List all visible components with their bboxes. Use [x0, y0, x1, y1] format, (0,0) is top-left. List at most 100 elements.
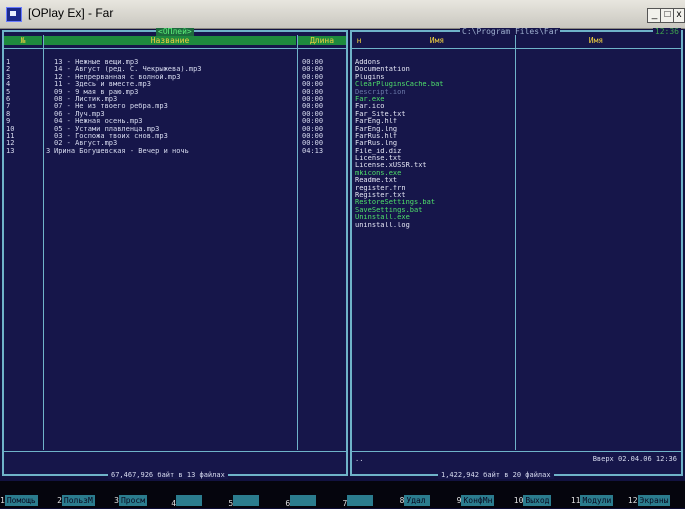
function-key-label: [290, 495, 317, 506]
track-duration: 00:00: [302, 66, 324, 74]
function-key-number: 11: [570, 496, 581, 505]
header-divider: [4, 48, 346, 49]
file-name: FarRus.hlf: [355, 132, 398, 140]
function-key-f2[interactable]: 2 ПользМ: [57, 495, 95, 506]
track-title: 14 - Август (ред. С. Чекрыжева).mp3: [54, 66, 202, 74]
function-key-f5[interactable]: 5: [228, 495, 260, 508]
playlist-track-row[interactable]: 4 11 - Здесь и вместе.mp3 00:00: [4, 81, 346, 88]
playlist-track-row[interactable]: 5 09 - 9 мая в раю.mp3 00:00: [4, 89, 346, 96]
file-name: FarRus.lng: [355, 140, 398, 148]
status-divider: [352, 451, 681, 452]
function-key-f8[interactable]: 8 Удал: [400, 495, 431, 506]
playlist-track-row[interactable]: 13 3 Ирина Богушевская - Вечер и ночь 04:13: [4, 148, 346, 155]
file-row[interactable]: Readme.txt: [352, 177, 681, 184]
track-duration: 00:00: [302, 81, 324, 89]
playlist-track-row[interactable]: 2 14 - Август (ред. С. Чекрыжева).mp3 00:0…: [4, 66, 346, 73]
playlist-track-row[interactable]: 1 13 - Нежные вещи.mp3 00:00: [4, 59, 346, 66]
column-header-name[interactable]: Имя: [362, 36, 512, 45]
track-number: 10: [6, 125, 15, 133]
file-row[interactable]: License.xUSSR.txt: [352, 162, 681, 169]
playlist-track-row[interactable]: 8 06 - Луч.mp3 00:00: [4, 111, 346, 118]
file-row[interactable]: mkicons.exe: [352, 170, 681, 177]
far-app-icon: [6, 7, 22, 22]
playlist-track-row[interactable]: 7 07 - Не из твоего ребра.mp3 00:00: [4, 103, 346, 110]
file-name: Register.txt: [355, 192, 406, 200]
function-key-f4[interactable]: 4: [171, 495, 203, 508]
track-number: 7: [6, 103, 11, 111]
function-key-f10[interactable]: 10 Выход: [514, 495, 552, 506]
file-row[interactable]: FarRus.hlf: [352, 133, 681, 140]
file-name: File_id.diz: [355, 147, 402, 155]
file-name: Plugins: [355, 73, 385, 81]
file-row[interactable]: Documentation: [352, 66, 681, 73]
function-key-f1[interactable]: 1 Помощь: [0, 495, 38, 506]
file-row[interactable]: Far.exe: [352, 96, 681, 103]
file-row[interactable]: Far_Site.txt: [352, 111, 681, 118]
file-row[interactable]: ClearPluginsCache.bat: [352, 81, 681, 88]
playlist-track-row[interactable]: 6 08 - Листик.mp3 00:00: [4, 96, 346, 103]
playlist-track-row[interactable]: 10 05 - Устами плавленца.mp3 00:00: [4, 126, 346, 133]
header-divider: [352, 48, 681, 49]
title-bar[interactable]: [OPlay Ex] - Far _ □ x: [0, 0, 685, 29]
file-row[interactable]: File_id.diz: [352, 148, 681, 155]
function-key-f6[interactable]: 6: [285, 495, 317, 508]
playlist-track-row[interactable]: 9 04 - Нежная осень.mp3 00:00: [4, 118, 346, 125]
column-header-duration[interactable]: Длина: [298, 36, 346, 45]
file-row[interactable]: FarEng.lng: [352, 126, 681, 133]
file-row[interactable]: FarEng.hlf: [352, 118, 681, 125]
file-rows: Addons Documentation Plugins ClearPluginsCa…: [352, 59, 681, 229]
far-window: [OPlay Ex] - Far _ □ x <ОПлей> № Названи…: [0, 0, 685, 508]
track-duration: 00:00: [302, 103, 324, 111]
file-row[interactable]: Far.ico: [352, 103, 681, 110]
function-key-number: 12: [627, 496, 638, 505]
file-row[interactable]: FarRus.lng: [352, 140, 681, 147]
playlist-panel-title: <ОПлей>: [156, 27, 194, 36]
file-row[interactable]: Uninstall.exe: [352, 214, 681, 221]
playlist-rows: 1 13 - Нежные вещи.mp3 00:00 2 14 - Август (…: [4, 59, 346, 155]
file-name: Far.exe: [355, 95, 385, 103]
track-title: 06 - Луч.mp3: [54, 110, 105, 118]
file-row[interactable]: RestoreSettings.bat: [352, 199, 681, 206]
track-title: 03 - Госпожа твоих снов.mp3: [54, 132, 168, 140]
function-key-label: КонфМн: [461, 495, 495, 506]
track-number: 6: [6, 95, 11, 103]
function-key-label: Модули: [580, 495, 614, 506]
function-key-f12[interactable]: 12 Экраны: [628, 495, 671, 506]
file-row[interactable]: Addons: [352, 59, 681, 66]
file-panel[interactable]: C:\Program Files\Far 12:36 н Имя Имя Add…: [350, 27, 683, 479]
file-row[interactable]: register.frn: [352, 185, 681, 192]
function-key-f7[interactable]: 7: [343, 495, 374, 508]
track-number: 2: [6, 66, 11, 74]
file-name: SaveSettings.bat: [355, 206, 423, 214]
playlist-track-row[interactable]: 11 03 - Госпожа твоих снов.mp3 00:00: [4, 133, 346, 140]
track-number: 9: [6, 118, 11, 126]
track-number: 4: [6, 81, 11, 89]
file-row[interactable]: License.txt: [352, 155, 681, 162]
file-name: License.txt: [355, 155, 402, 163]
track-number: 12: [6, 140, 15, 148]
file-row[interactable]: Register.txt: [352, 192, 681, 199]
function-key-f3[interactable]: 3 Просм: [114, 495, 148, 506]
playlist-panel[interactable]: <ОПлей> № Название Длина 1 13 - Нежные ве…: [2, 27, 348, 479]
column-header-name-2[interactable]: Имя: [516, 36, 676, 45]
file-name: Addons: [355, 59, 381, 66]
function-key-number: 10: [513, 496, 524, 505]
column-header-title[interactable]: Название: [44, 36, 296, 45]
column-header-number[interactable]: №: [4, 36, 42, 45]
file-name: Far_Site.txt: [355, 110, 406, 118]
track-title: 04 - Нежная осень.mp3: [54, 118, 143, 126]
function-key-f11[interactable]: 11 Модули: [571, 495, 614, 506]
track-title: 08 - Листик.mp3: [54, 95, 118, 103]
playlist-track-row[interactable]: 12 02 - Август.mp3 00:00: [4, 140, 346, 147]
file-row[interactable]: uninstall.log: [352, 222, 681, 229]
playlist-track-row[interactable]: 3 12 - Непрерванная с волной.mp3 00:00: [4, 74, 346, 81]
file-name: License.xUSSR.txt: [355, 162, 427, 170]
file-name: RestoreSettings.bat: [355, 199, 436, 207]
file-row[interactable]: Plugins: [352, 74, 681, 81]
file-row[interactable]: Descript.ion: [352, 89, 681, 96]
file-row[interactable]: SaveSettings.bat: [352, 207, 681, 214]
function-key-f9[interactable]: 9 КонфМн: [457, 495, 495, 506]
clock: 12:36: [652, 27, 681, 36]
close-button[interactable]: x: [673, 8, 685, 23]
file-summary: 1,422,942 байт в 20 файлах: [438, 471, 554, 479]
